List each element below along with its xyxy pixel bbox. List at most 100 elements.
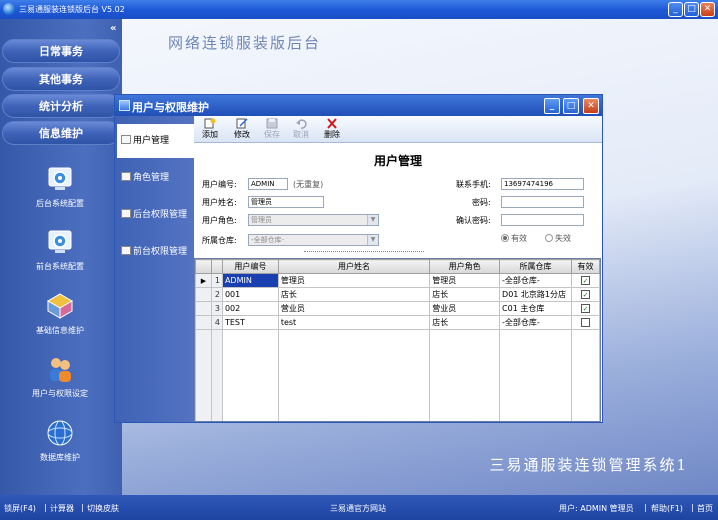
phone-input[interactable]: 13697474196 xyxy=(501,178,584,190)
cell-user-id[interactable]: 002 xyxy=(221,301,279,316)
cell-user-role[interactable]: 店长 xyxy=(429,315,501,330)
cell-valid[interactable] xyxy=(571,315,600,330)
cell-warehouse[interactable]: D01 北京路1分店 xyxy=(499,287,573,302)
close-button[interactable]: ✕ xyxy=(700,2,715,17)
table-row[interactable]: 2 001 店长 店长 D01 北京路1分店 ✓ xyxy=(195,287,600,302)
blocks-icon xyxy=(47,293,73,319)
user-form: 用户管理 用户编号: ADMIN (无重复) 用户姓名: 管理员 用户角色: 管… xyxy=(194,143,602,260)
globe-icon xyxy=(47,420,73,446)
cell-valid[interactable]: ✓ xyxy=(571,301,600,316)
chevron-down-icon: ▼ xyxy=(367,235,378,245)
cell-warehouse[interactable]: -全部仓库- xyxy=(499,273,573,288)
add-doc-icon xyxy=(204,118,216,129)
tool-user-permission[interactable]: 用户与权限设定 xyxy=(0,354,120,399)
table-row[interactable]: ▶ 1 ADMIN 管理员 管理员 -全部仓库- ✓ xyxy=(195,273,600,288)
user-id-input[interactable]: ADMIN xyxy=(248,178,288,190)
calculator-link[interactable]: 计算器 xyxy=(50,503,74,514)
cell-user-id[interactable]: TEST xyxy=(221,315,279,330)
switch-skin-link[interactable]: 切换皮肤 xyxy=(87,503,119,514)
splitter-handle[interactable] xyxy=(304,251,424,255)
tool-database-label: 数据库维护 xyxy=(40,453,80,462)
checkbox-unchecked-icon[interactable] xyxy=(581,318,590,327)
cell-user-role[interactable]: 营业员 xyxy=(429,301,501,316)
tool-basic-info[interactable]: 基础信息维护 xyxy=(0,291,120,336)
tool-backend-config[interactable]: 后台系统配置 xyxy=(0,164,120,209)
user-grid: 用户编号 用户姓名 用户角色 所属仓库 有效 ▶ 1 ADMIN 管理员 管理员… xyxy=(194,258,601,422)
cell-valid[interactable]: ✓ xyxy=(571,273,600,288)
checkbox-checked-icon[interactable]: ✓ xyxy=(581,290,590,299)
minimize-button[interactable]: _ xyxy=(668,2,683,17)
password-input[interactable] xyxy=(501,196,584,208)
cell-user-role[interactable]: 管理员 xyxy=(429,273,501,288)
cell-user-name[interactable]: test xyxy=(277,315,431,330)
header-user-role[interactable]: 用户角色 xyxy=(429,259,501,274)
header-user-id[interactable]: 用户编号 xyxy=(221,259,279,274)
tool-database[interactable]: 数据库维护 xyxy=(0,418,120,463)
header-indicator xyxy=(195,259,212,274)
cell-valid[interactable]: ✓ xyxy=(571,287,600,302)
nav-statistics[interactable]: 统计分析 xyxy=(2,94,120,118)
dialog-titlebar: 用户与权限维护 _ □ ✕ xyxy=(115,95,602,116)
checkbox-checked-icon[interactable]: ✓ xyxy=(581,304,590,313)
nav-daily-affairs[interactable]: 日常事务 xyxy=(2,39,120,63)
invalid-radio[interactable]: 失效 xyxy=(545,233,571,244)
delete-button[interactable]: 删除 xyxy=(318,118,346,140)
phone-label: 联系手机: xyxy=(456,180,491,189)
dialog-toolbar: 添加 修改 保存 取消 删除 xyxy=(194,116,602,143)
table-row[interactable]: 4 TEST test 店长 -全部仓库- xyxy=(195,315,600,330)
tool-frontend-config[interactable]: 前台系统配置 xyxy=(0,227,120,272)
cell-user-id[interactable]: 001 xyxy=(221,287,279,302)
dialog-close-button[interactable]: ✕ xyxy=(583,98,599,114)
window-titlebar: 三易通服装连锁版后台 V5.02 _ □ ✕ xyxy=(0,0,718,19)
header-warehouse[interactable]: 所属仓库 xyxy=(499,259,573,274)
add-button[interactable]: 添加 xyxy=(196,118,224,140)
dialog-minimize-button[interactable]: _ xyxy=(544,98,560,114)
window-title: 三易通服装连锁版后台 V5.02 xyxy=(19,5,125,14)
lock-screen-link[interactable]: 锁屏(F4) xyxy=(4,503,36,514)
cell-user-name[interactable]: 管理员 xyxy=(277,273,431,288)
cell-warehouse[interactable]: C01 主仓库 xyxy=(499,301,573,316)
cell-user-role[interactable]: 店长 xyxy=(429,287,501,302)
confirm-password-input[interactable] xyxy=(501,214,584,226)
edit-icon xyxy=(121,135,131,144)
cell-warehouse[interactable]: -全部仓库- xyxy=(499,315,573,330)
user-name-input[interactable]: 管理员 xyxy=(248,196,324,208)
tool-backend-config-label: 后台系统配置 xyxy=(36,199,84,208)
tab-user-management[interactable]: 用户管理 xyxy=(117,124,194,158)
collapse-nav-button[interactable]: « xyxy=(110,23,116,34)
save-icon xyxy=(266,118,278,129)
cell-user-id[interactable]: ADMIN xyxy=(221,273,279,288)
table-row[interactable]: 3 002 营业员 营业员 C01 主仓库 ✓ xyxy=(195,301,600,316)
checkbox-checked-icon[interactable]: ✓ xyxy=(581,276,590,285)
radio-empty-icon xyxy=(545,234,553,242)
save-button[interactable]: 保存 xyxy=(258,118,286,140)
app-globe-icon xyxy=(3,3,15,15)
password-label: 密码: xyxy=(472,198,491,207)
maximize-button[interactable]: □ xyxy=(684,2,699,17)
gear-monitor-icon xyxy=(48,230,72,253)
header-user-name[interactable]: 用户姓名 xyxy=(277,259,431,274)
cancel-button[interactable]: 取消 xyxy=(287,118,315,140)
tab-frontend-permission[interactable]: 前台权限管理 xyxy=(117,235,194,269)
header-valid[interactable]: 有效 xyxy=(571,259,600,274)
tab-role-management[interactable]: 角色管理 xyxy=(117,161,194,195)
user-permission-dialog: 用户与权限维护 _ □ ✕ 用户管理 角色管理 后台权限管理 前台权限管理 添加… xyxy=(114,94,603,423)
delete-x-icon xyxy=(327,118,337,129)
cell-user-name[interactable]: 店长 xyxy=(277,287,431,302)
undo-icon xyxy=(296,119,307,129)
tab-backend-permission[interactable]: 后台权限管理 xyxy=(117,198,194,232)
dialog-maximize-button[interactable]: □ xyxy=(563,98,579,114)
valid-radio[interactable]: 有效 xyxy=(501,233,527,244)
warehouse-label: 所属仓库: xyxy=(202,236,237,245)
edit-button[interactable]: 修改 xyxy=(228,118,256,140)
cell-user-name[interactable]: 营业员 xyxy=(277,301,431,316)
warehouse-select[interactable]: -全部仓库- ▼ xyxy=(248,234,379,246)
official-site-link[interactable]: 三易通官方网站 xyxy=(330,503,386,514)
user-role-select[interactable]: 管理员 ▼ xyxy=(248,214,379,226)
no-repeat-hint: (无重复) xyxy=(293,180,324,189)
help-link[interactable]: 帮助(F1) xyxy=(651,503,683,514)
home-link[interactable]: 首页 xyxy=(697,503,713,514)
nav-other-affairs[interactable]: 其他事务 xyxy=(2,67,120,91)
nav-info-maintenance[interactable]: 信息维护 xyxy=(2,121,120,145)
form-title: 用户管理 xyxy=(373,154,422,168)
